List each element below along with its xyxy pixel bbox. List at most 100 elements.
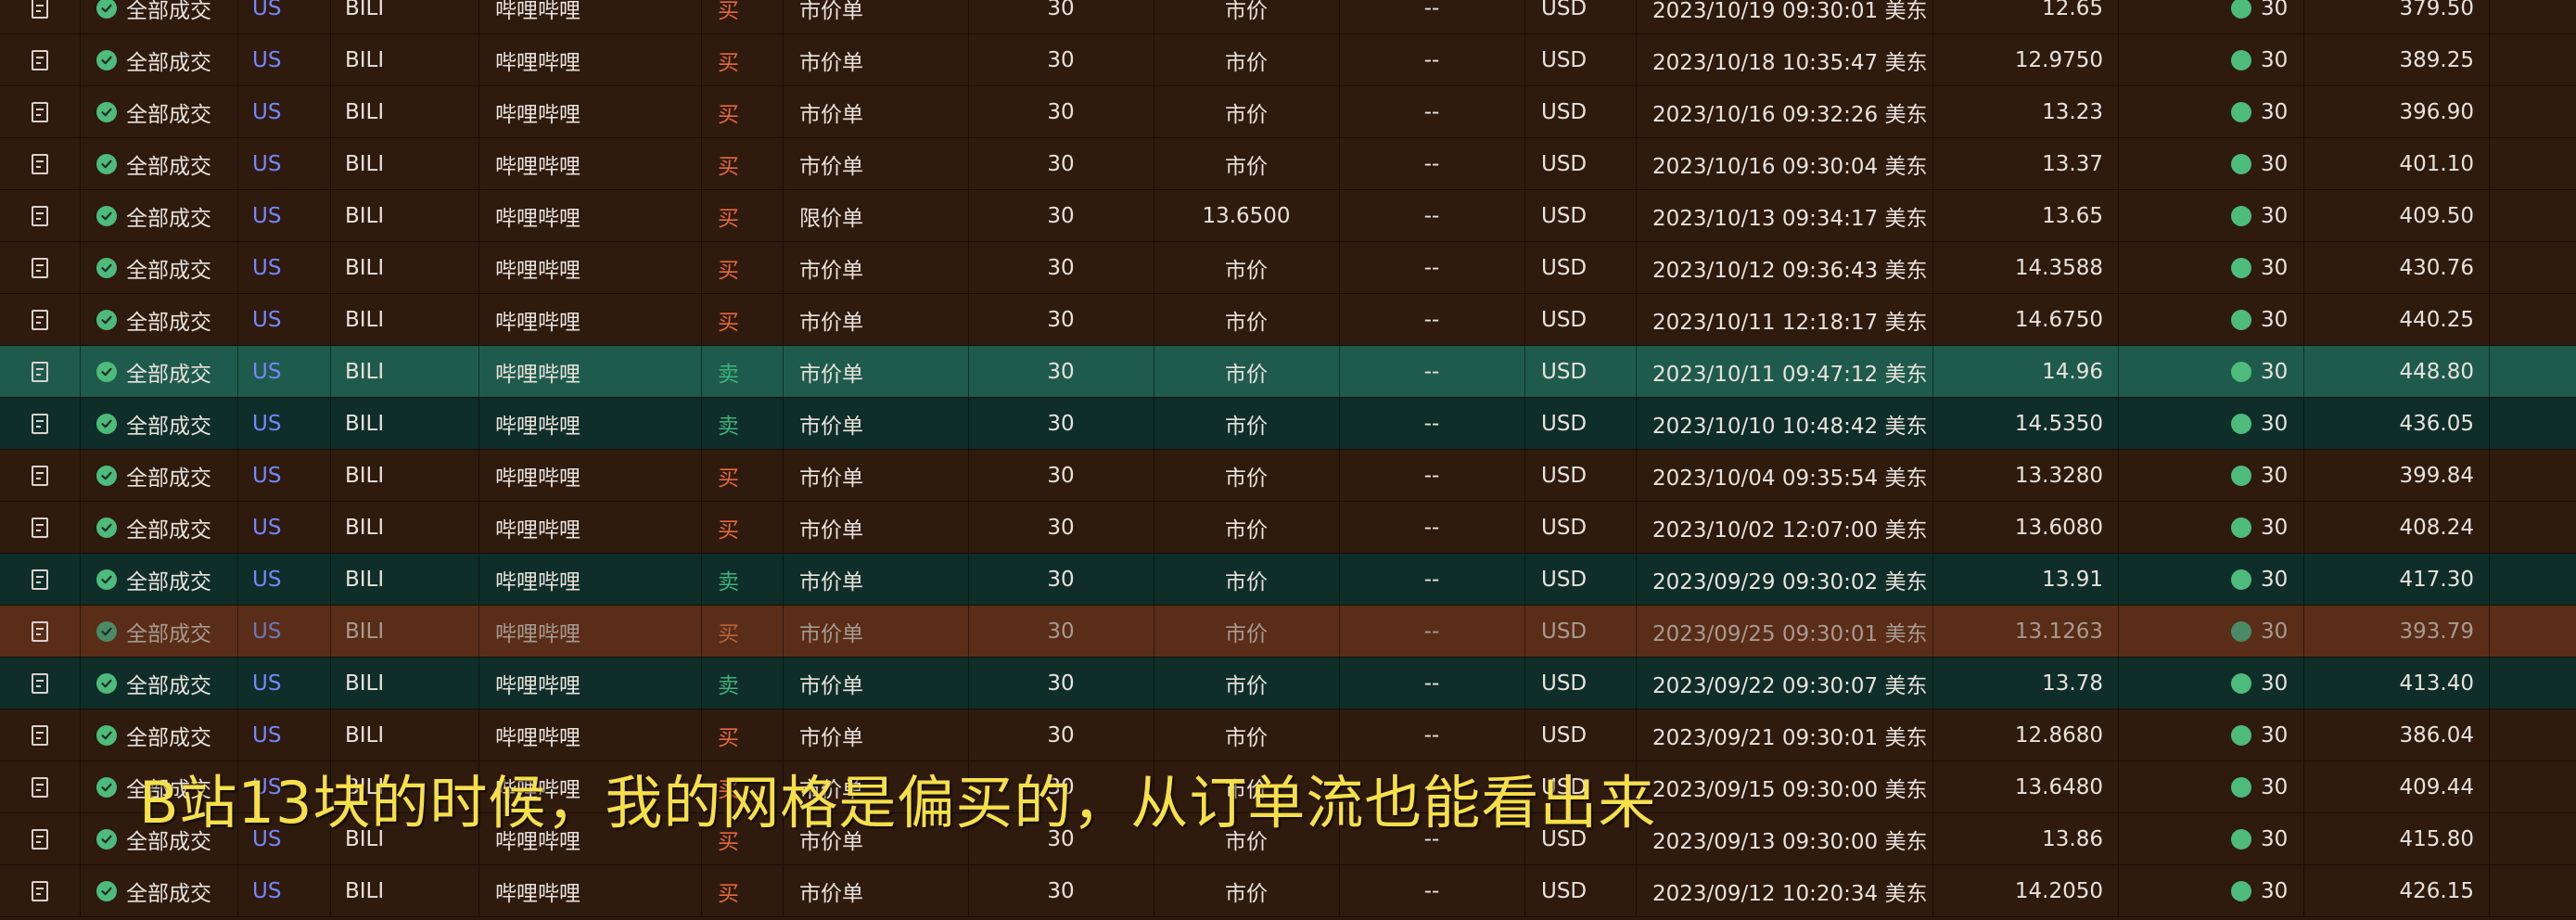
detail-button[interactable] xyxy=(0,761,80,812)
green-dot-icon xyxy=(2231,0,2251,19)
order-row[interactable]: 全部成交 US BILI 哔哩哔哩 买 市价单 30 市价 -- USD 202 xyxy=(0,450,2576,502)
order-detail-icon[interactable] xyxy=(32,672,48,694)
detail-button[interactable] xyxy=(0,865,80,916)
name-cell: 哔哩哔哩 xyxy=(495,294,699,345)
order-row[interactable]: 全部成交 US BILI 哔哩哔哩 卖 市价单 30 市价 -- USD 202 xyxy=(0,658,2576,709)
market-cell: US xyxy=(252,0,326,33)
detail-button[interactable] xyxy=(0,606,80,657)
order-row[interactable]: 全部成交 US BILI 哔哩哔哩 卖 市价单 30 市价 -- USD 202 xyxy=(0,554,2576,606)
avg-price-cell: 13.91 xyxy=(1932,554,2103,605)
order-detail-icon[interactable] xyxy=(32,724,48,746)
order-detail-icon[interactable] xyxy=(32,465,48,486)
order-row[interactable]: 全部成交 US BILI 哔哩哔哩 买 市价单 30 市价 -- USD 202 xyxy=(0,761,2576,813)
order-detail-icon[interactable] xyxy=(32,101,48,122)
filled-cell: 30 xyxy=(2231,450,2302,501)
order-detail-icon[interactable] xyxy=(32,776,48,798)
detail-button[interactable] xyxy=(0,398,80,449)
trigger-price: -- xyxy=(1423,619,1440,644)
qty-cell: 30 xyxy=(968,761,1154,812)
filled-cell: 30 xyxy=(2231,138,2302,189)
detail-button[interactable] xyxy=(0,450,80,501)
detail-button[interactable] xyxy=(0,709,80,760)
detail-button[interactable] xyxy=(0,813,80,864)
market-cell: US xyxy=(252,346,326,397)
order-qty: 30 xyxy=(1047,255,1075,280)
order-detail-icon[interactable] xyxy=(32,257,48,278)
detail-button[interactable] xyxy=(0,294,80,345)
qty-cell: 30 xyxy=(968,34,1154,85)
order-detail-icon[interactable] xyxy=(32,205,48,226)
order-row[interactable]: 全部成交 US BILI 哔哩哔哩 买 市价单 30 市价 -- USD 202 xyxy=(0,709,2576,761)
amount-cell: 415.80 xyxy=(2303,813,2474,864)
filled-cell: 30 xyxy=(2231,0,2302,33)
currency: USD xyxy=(1541,0,1588,20)
order-row[interactable]: 全部成交 US BILI 哔哩哔哩 买 市价单 30 市价 -- USD 202 xyxy=(0,0,2576,34)
filled-amount: 426.15 xyxy=(2399,878,2474,903)
filled-amount: 399.84 xyxy=(2399,463,2474,488)
trigger-price: -- xyxy=(1423,255,1440,280)
detail-button[interactable] xyxy=(0,658,80,709)
order-row[interactable]: 全部成交 US BILI 哔哩哔哩 买 市价单 30 市价 -- USD 202 xyxy=(0,606,2576,658)
order-row[interactable]: 全部成交 US BILI 哔哩哔哩 买 市价单 30 市价 -- USD 202 xyxy=(0,138,2576,190)
trigger-price: -- xyxy=(1423,203,1440,228)
currency-cell: USD xyxy=(1541,190,1634,241)
order-row[interactable]: 全部成交 US BILI 哔哩哔哩 买 市价单 30 市价 -- USD 202 xyxy=(0,242,2576,294)
order-row[interactable]: 全部成交 US BILI 哔哩哔哩 卖 市价单 30 市价 -- USD 202 xyxy=(0,398,2576,450)
order-price: 市价 xyxy=(1225,154,1268,179)
detail-button[interactable] xyxy=(0,190,80,241)
detail-button[interactable] xyxy=(0,86,80,137)
order-detail-icon[interactable] xyxy=(32,361,48,382)
stock-code: BILI xyxy=(345,203,385,228)
order-detail-icon[interactable] xyxy=(32,880,48,901)
order-row[interactable]: 全部成交 US BILI 哔哩哔哩 买 市价单 30 市价 -- USD 202 xyxy=(0,34,2576,86)
side-cell: 买 xyxy=(718,450,781,501)
order-detail-icon[interactable] xyxy=(32,828,48,850)
order-row[interactable]: 全部成交 US BILI 哔哩哔哩 买 市价单 30 市价 -- USD 202 xyxy=(0,502,2576,554)
order-detail-icon[interactable] xyxy=(32,0,48,19)
order-detail-icon[interactable] xyxy=(32,569,48,590)
detail-button[interactable] xyxy=(0,346,80,397)
detail-button[interactable] xyxy=(0,502,80,553)
price-cell: 市价 xyxy=(1154,138,1339,189)
detail-button[interactable] xyxy=(0,0,80,33)
order-row[interactable]: 全部成交 US BILI 哔哩哔哩 买 限价单 30 13.6500 -- US… xyxy=(0,190,2576,242)
order-qty: 30 xyxy=(1047,463,1075,488)
detail-button[interactable] xyxy=(0,242,80,293)
order-time: 2023/09/22 09:30:07 美东 xyxy=(1652,673,1928,698)
filled-qty: 30 xyxy=(2261,411,2289,436)
order-row[interactable]: 全部成交 US BILI 哔哩哔哩 买 市价单 30 市价 -- USD 202 xyxy=(0,86,2576,138)
type-cell: 市价单 xyxy=(799,86,966,137)
name-cell: 哔哩哔哩 xyxy=(495,450,699,501)
market-cell: US xyxy=(252,450,326,501)
filled-qty: 30 xyxy=(2261,515,2289,540)
order-qty: 30 xyxy=(1047,826,1075,851)
stock-code: BILI xyxy=(345,47,385,72)
order-row[interactable]: 全部成交 US BILI 哔哩哔哩 买 市价单 30 市价 -- USD 202 xyxy=(0,813,2576,865)
market-label: US xyxy=(252,255,282,280)
stock-code: BILI xyxy=(345,619,385,644)
detail-button[interactable] xyxy=(0,554,80,605)
order-row[interactable]: 全部成交 US BILI 哔哩哔哩 买 市价单 30 市价 -- USD 202 xyxy=(0,294,2576,346)
order-detail-icon[interactable] xyxy=(32,517,48,538)
order-qty: 30 xyxy=(1047,567,1075,592)
detail-button[interactable] xyxy=(0,34,80,85)
name-cell: 哔哩哔哩 xyxy=(495,34,699,85)
time-cell: 2023/09/12 10:20:34 美东 xyxy=(1652,865,1931,916)
order-detail-icon[interactable] xyxy=(32,49,48,70)
order-type: 市价单 xyxy=(799,466,863,491)
order-row[interactable]: 全部成交 US BILI 哔哩哔哩 卖 市价单 30 市价 -- USD 202 xyxy=(0,346,2576,398)
trigger-price: -- xyxy=(1423,515,1440,540)
order-detail-icon[interactable] xyxy=(32,620,48,642)
order-detail-icon[interactable] xyxy=(32,309,48,330)
stock-name: 哔哩哔哩 xyxy=(495,881,580,906)
order-row[interactable]: 全部成交 US BILI 哔哩哔哩 买 市价单 30 市价 -- USD 202 xyxy=(0,865,2576,917)
order-detail-icon[interactable] xyxy=(32,153,48,174)
order-status: 全部成交 xyxy=(126,310,211,335)
detail-button[interactable] xyxy=(0,138,80,189)
order-status: 全部成交 xyxy=(126,569,211,594)
order-status: 全部成交 xyxy=(126,673,211,698)
avg-price-cell: 13.6480 xyxy=(1932,761,2103,812)
market-cell: US xyxy=(252,34,326,85)
order-detail-icon[interactable] xyxy=(32,413,48,434)
check-circle-icon xyxy=(96,517,117,538)
